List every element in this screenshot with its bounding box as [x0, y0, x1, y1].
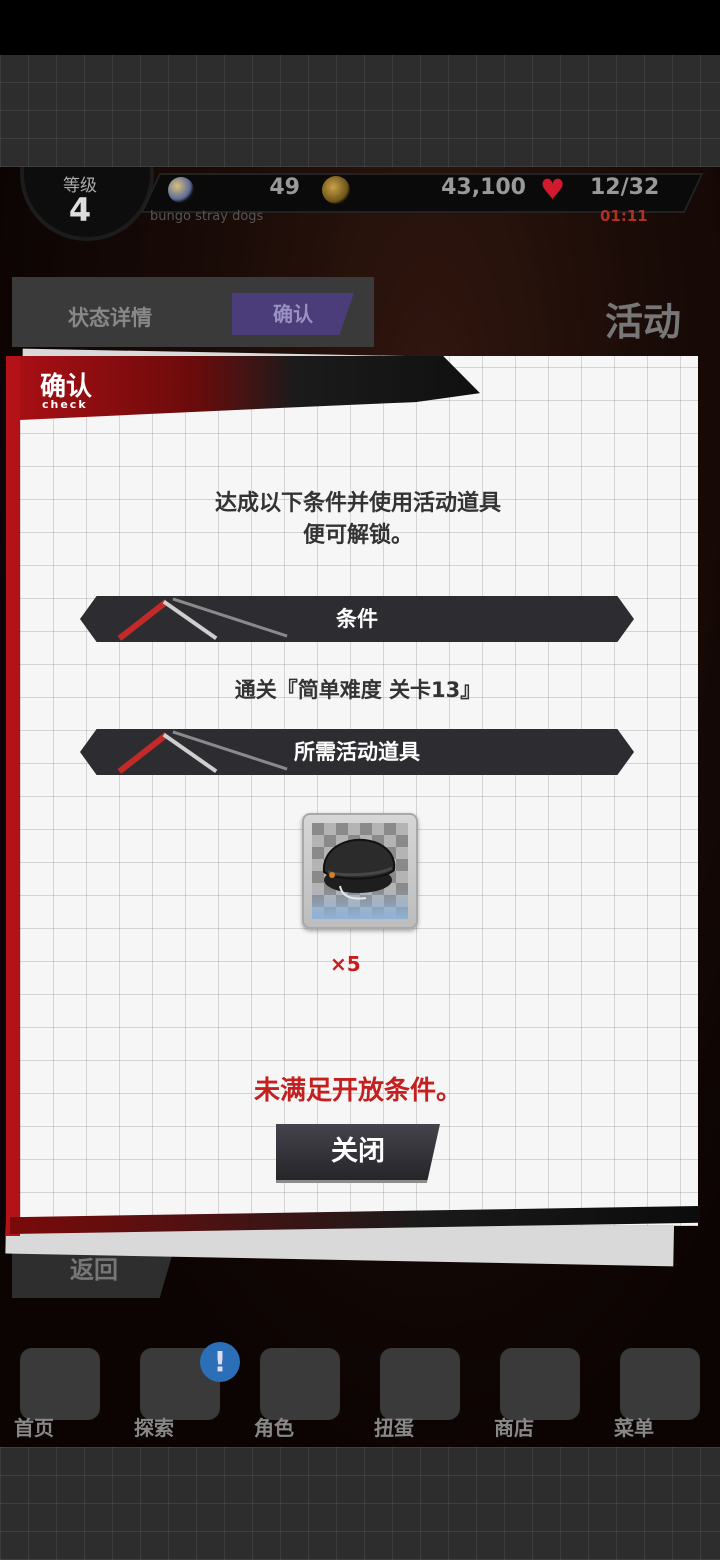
nav-item-gacha[interactable]: 扭蛋 [366, 1342, 476, 1442]
nav-label: 探索 [134, 1416, 174, 1440]
settings-gear-icon [620, 1348, 700, 1420]
modal-red-edge [6, 356, 20, 1236]
instruction-line-2: 便可解锁。 [302, 523, 413, 548]
close-button[interactable]: 关闭 [276, 1124, 440, 1183]
condition-header: 条件 [80, 596, 634, 642]
dialog-subtitle: check [42, 398, 88, 411]
condition-text: 通关『简单难度 关卡13』 [234, 678, 482, 702]
shop-icon [500, 1348, 580, 1420]
item-count: ×5 [330, 952, 361, 976]
nav-label: 菜单 [614, 1416, 654, 1440]
activity-title: 活动 [605, 300, 682, 344]
nav-item-home[interactable]: 首页 [6, 1342, 116, 1442]
top-letterbox [0, 55, 720, 167]
required-item-header-label: 所需活动道具 [294, 740, 420, 764]
nav-label: 首页 [14, 1416, 54, 1440]
characters-icon [260, 1348, 340, 1420]
heart-icon: ♥ [540, 173, 566, 206]
stamina-timer: 01:11 [600, 207, 648, 225]
instruction-line-1: 达成以下条件并使用活动道具 [214, 491, 501, 516]
bottom-nav: 首页 探索 ! 角色 扭蛋 商店 菜单 [0, 1342, 720, 1447]
coin-value: 43,100 [441, 175, 526, 200]
bottom-letterbox [0, 1447, 720, 1560]
status-detail-label: 状态详情 [68, 306, 152, 330]
nav-item-characters[interactable]: 角色 [246, 1342, 356, 1442]
nav-item-shop[interactable]: 商店 [486, 1342, 596, 1442]
home-icon [20, 1348, 100, 1420]
alert-badge-icon: ! [200, 1342, 240, 1382]
status-confirm-button[interactable]: 确认 [232, 293, 354, 335]
dialog-instruction: 达成以下条件并使用活动道具 便可解锁。 [120, 488, 596, 552]
nav-item-menu[interactable]: 菜单 [606, 1342, 716, 1442]
gacha-icon [380, 1348, 460, 1420]
nav-label: 商店 [494, 1416, 534, 1440]
nav-label: 角色 [254, 1416, 294, 1440]
hat-icon [322, 838, 396, 900]
level-value: 4 [68, 191, 92, 229]
warning-message: 未满足开放条件。 [253, 1076, 462, 1106]
coin-icon [322, 176, 350, 204]
required-item-header: 所需活动道具 [80, 729, 634, 775]
nav-label: 扭蛋 [374, 1416, 414, 1440]
user-name: bungo stray dogs [150, 209, 264, 224]
moon-value: 49 [269, 175, 300, 200]
stamina-value: 12/32 [590, 175, 660, 200]
condition-header-label: 条件 [336, 607, 378, 631]
moon-icon [168, 177, 194, 203]
